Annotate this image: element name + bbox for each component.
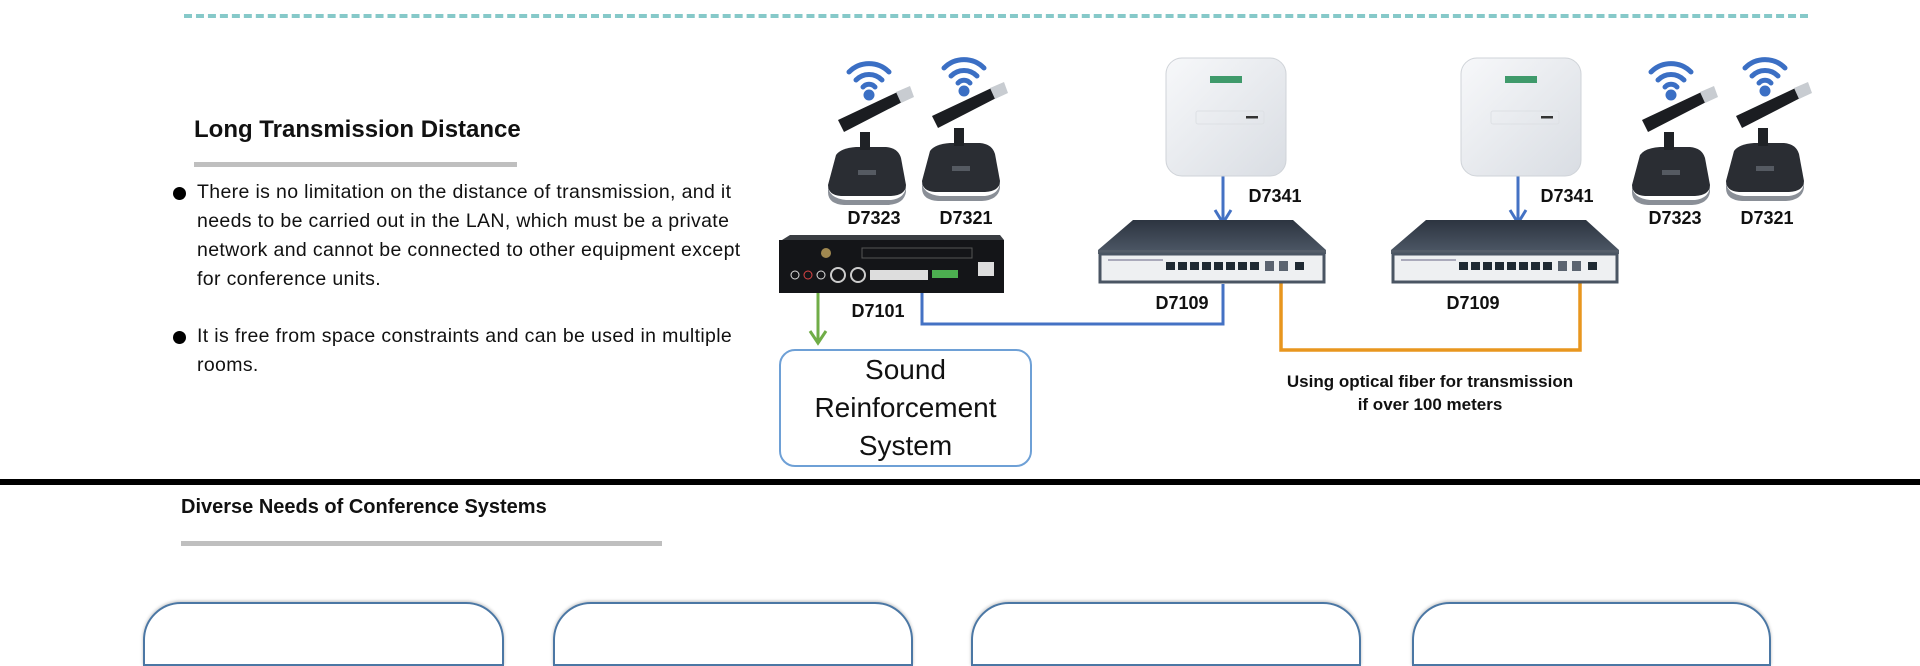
feature-card (553, 602, 913, 666)
device-label: D7323 (847, 208, 901, 228)
device-label: D7321 (1740, 208, 1794, 228)
fiber-note: Using optical fiber for transmission if … (1287, 370, 1573, 416)
device-label: D7109 (1446, 293, 1500, 313)
network-switch-icon (1389, 218, 1621, 284)
conference-mic-icon (922, 82, 1008, 201)
wifi-icon (849, 64, 889, 101)
fiber-note-line: if over 100 meters (1357, 395, 1503, 414)
feature-card (1412, 602, 1771, 666)
host-unit-icon (779, 235, 1004, 293)
heading-underline (181, 541, 662, 546)
feature-card (143, 602, 504, 666)
access-point-icon (1165, 57, 1287, 177)
conference-mic-icon (828, 86, 914, 205)
conference-mic-icon (1632, 86, 1718, 205)
section-divider (0, 479, 1920, 485)
network-switch-icon (1096, 218, 1328, 284)
device-label: D7341 (1248, 186, 1302, 206)
ap-link-arrow (1213, 176, 1233, 226)
device-label: D7109 (1155, 293, 1209, 313)
conference-mic-icon (1726, 82, 1812, 201)
device-label: D7321 (939, 208, 993, 228)
device-label: D7341 (1540, 186, 1594, 206)
feature-card (971, 602, 1361, 666)
fiber-note-line: Using optical fiber for transmission (1286, 372, 1574, 391)
fiber-cable (1279, 278, 1582, 352)
box-line: Reinforcement (814, 392, 997, 423)
device-label: D7323 (1648, 208, 1702, 228)
box-line: Sound (865, 354, 946, 385)
access-point-icon (1460, 57, 1582, 177)
audio-out-arrow (808, 293, 828, 346)
wifi-icon (944, 60, 984, 97)
ap-link-arrow (1508, 176, 1528, 226)
wifi-icon (1745, 60, 1785, 97)
sound-reinforcement-box: Sound Reinforcement System (779, 349, 1032, 467)
wifi-icon (1651, 64, 1691, 101)
device-label: D7101 (851, 301, 905, 321)
box-line: System (858, 430, 953, 461)
section-heading: Diverse Needs of Conference Systems (181, 496, 547, 518)
